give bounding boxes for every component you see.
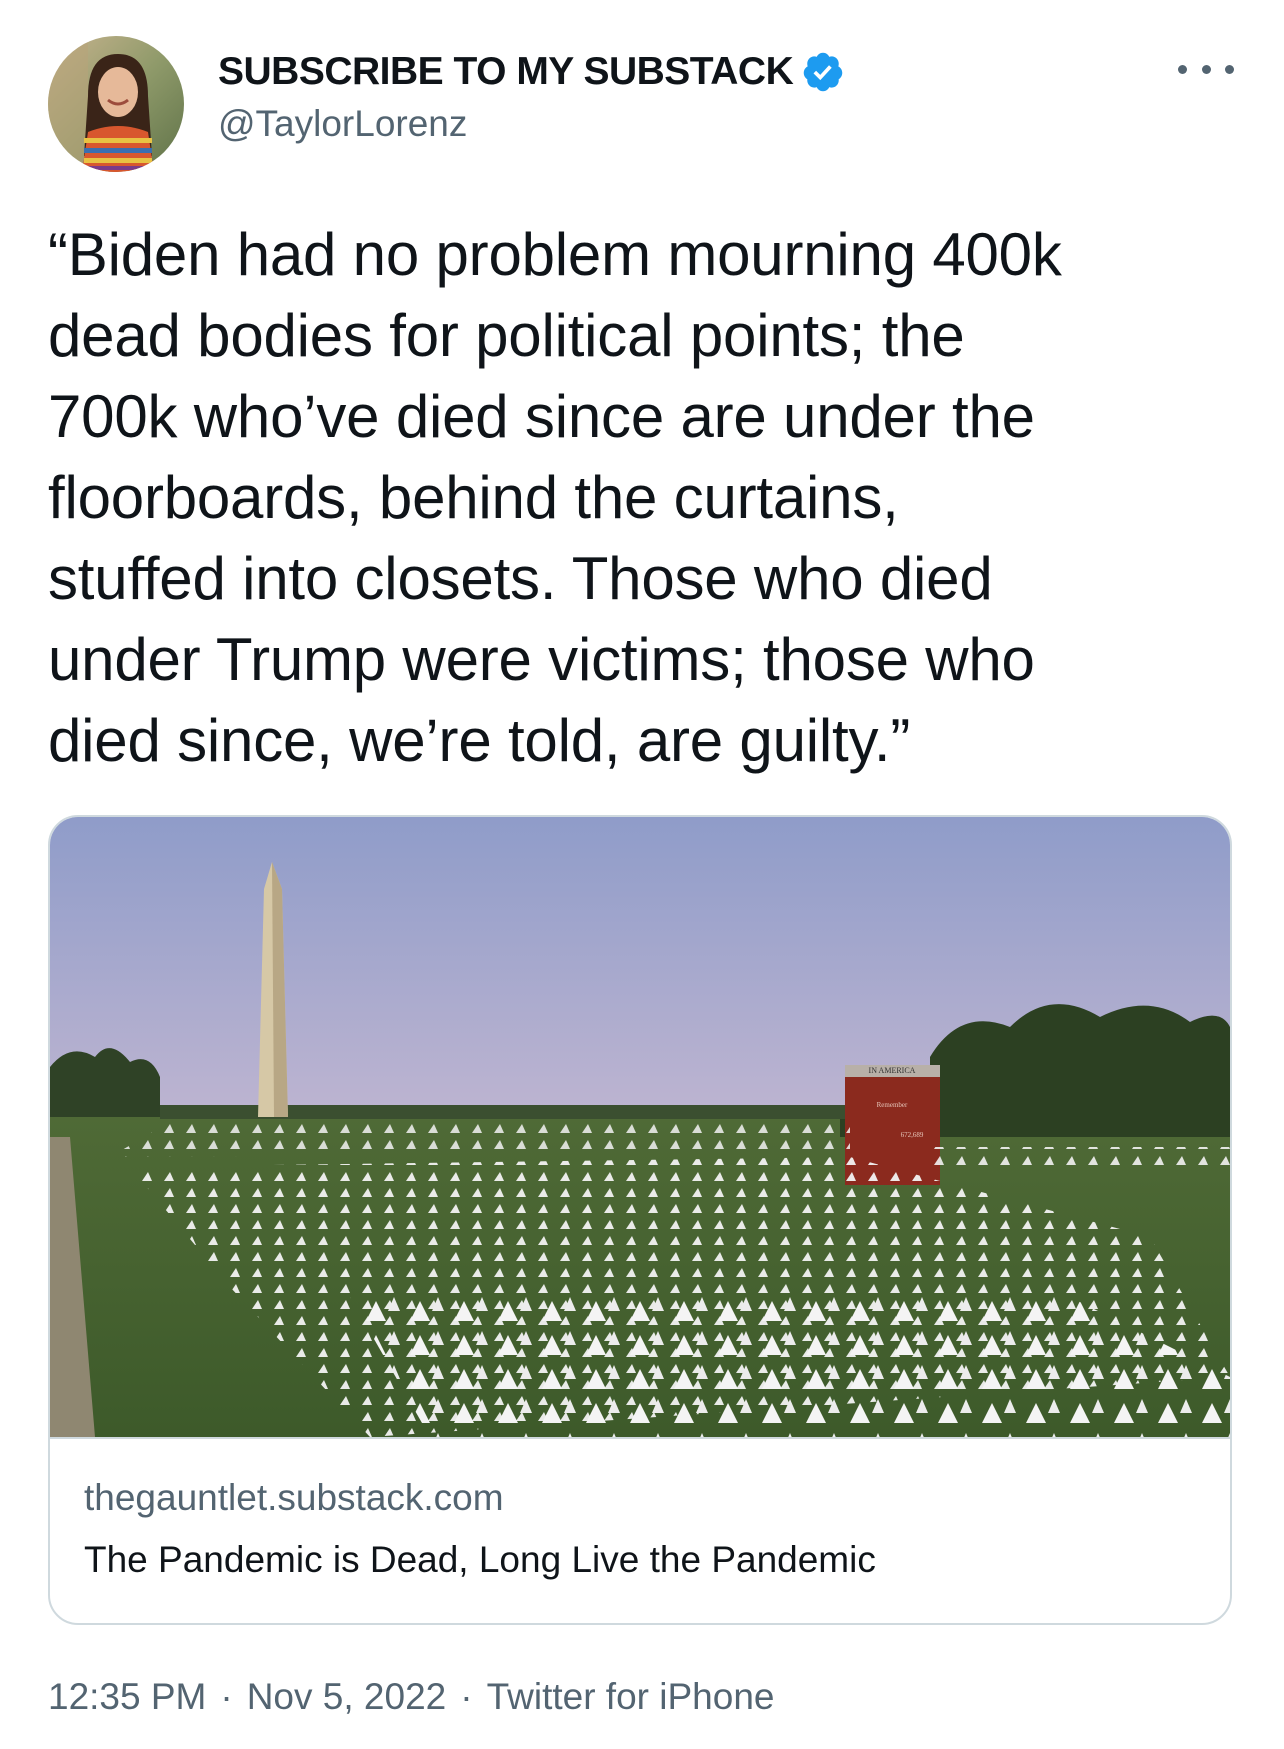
- more-horizontal-icon[interactable]: [1178, 54, 1234, 84]
- tweet-meta: 12:35 PM · Nov 5, 2022 · Twitter for iPh…: [48, 1676, 774, 1718]
- tweet-text: “Biden had no problem mourning 400k dead…: [48, 221, 1062, 774]
- author-name-row[interactable]: SUBSCRIBE TO MY SUBSTACK: [218, 44, 845, 100]
- sign-line-2: Remember: [877, 1101, 908, 1109]
- meta-separator: ·: [460, 1676, 473, 1717]
- profile-photo-icon: [48, 36, 184, 172]
- author-handle[interactable]: @TaylorLorenz: [218, 103, 467, 145]
- verified-badge-icon: [803, 52, 843, 92]
- card-image[interactable]: IN AMERICA Remember 672,689: [50, 817, 1230, 1439]
- avatar[interactable]: [48, 36, 184, 172]
- more-dot: [1178, 64, 1187, 74]
- sign-line-3: 672,689: [901, 1131, 924, 1139]
- display-name[interactable]: SUBSCRIBE TO MY SUBSTACK: [218, 50, 794, 94]
- card-title[interactable]: The Pandemic is Dead, Long Live the Pand…: [84, 1539, 876, 1581]
- sign-line-1: IN AMERICA: [869, 1066, 916, 1075]
- memorial-photo: IN AMERICA Remember 672,689: [50, 817, 1230, 1437]
- tweet-source[interactable]: Twitter for iPhone: [487, 1676, 775, 1718]
- more-dot: [1225, 64, 1234, 74]
- card-domain[interactable]: thegauntlet.substack.com: [84, 1477, 504, 1519]
- tweet: SUBSCRIBE TO MY SUBSTACK @TaylorLorenz “…: [0, 0, 1284, 1749]
- more-dot: [1201, 64, 1211, 74]
- link-card[interactable]: IN AMERICA Remember 672,689 thegauntlet.…: [48, 815, 1232, 1625]
- tweet-date[interactable]: Nov 5, 2022: [247, 1676, 447, 1718]
- tweet-time[interactable]: 12:35 PM: [48, 1676, 206, 1718]
- meta-separator: ·: [220, 1676, 233, 1717]
